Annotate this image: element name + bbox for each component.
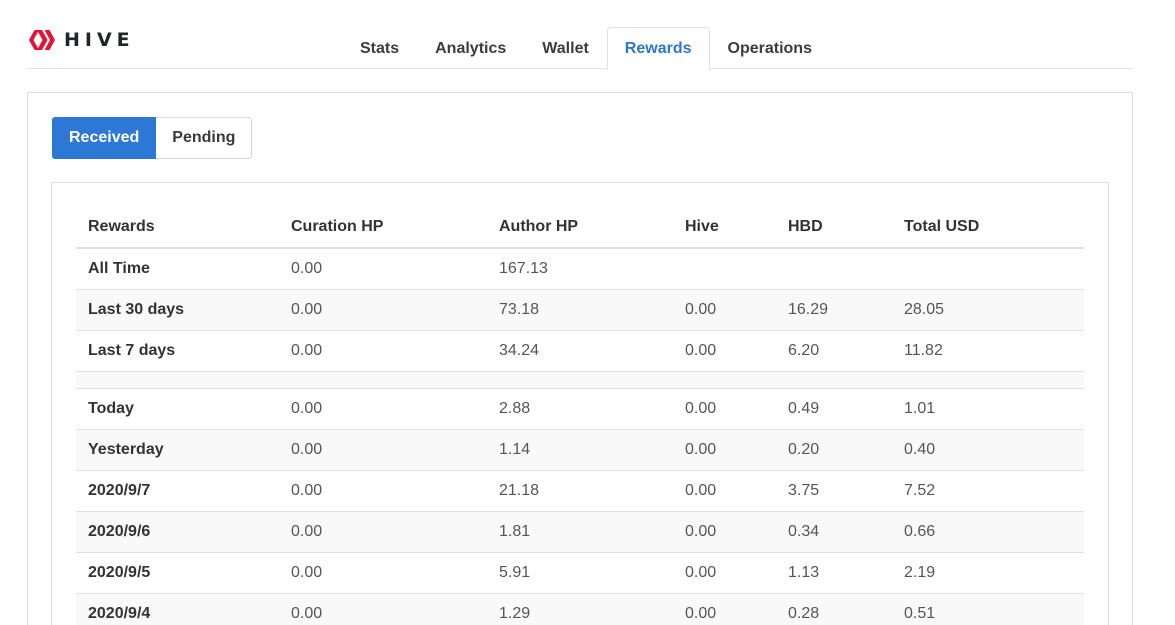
hive-cell: 0.00: [673, 428, 776, 470]
row-label: Yesterday: [76, 428, 279, 470]
hive-cell: 0.00: [673, 469, 776, 511]
row-label: 2020/9/6: [76, 510, 279, 552]
table-row: Today 0.00 2.88 0.00 0.49 1.01: [76, 387, 1084, 429]
author-hp-cell: 2.88: [487, 387, 673, 429]
total-usd-cell: 11.82: [892, 329, 1084, 371]
main-nav: Stats Analytics Wallet Rewards Operation…: [342, 27, 830, 70]
column-header-hbd: HBD: [776, 205, 892, 249]
received-button[interactable]: Received: [52, 117, 157, 159]
brand-name: HIVE: [64, 29, 135, 51]
curation-hp-cell: 0.00: [291, 259, 323, 277]
hive-cell: 0.00: [673, 551, 776, 593]
table-row: Last 30 days 0.00 73.18 0.00 16.29 28.05: [76, 288, 1084, 330]
hbd-cell: 16.29: [776, 288, 892, 330]
rewards-panel: Received Pending Rewards Curation HP Aut…: [27, 92, 1133, 625]
author-hp-cell: 5.91: [487, 551, 673, 593]
total-usd-cell: 2.19: [892, 551, 1084, 593]
column-header-rewards: Rewards: [76, 205, 279, 249]
tab-stats[interactable]: Stats: [342, 27, 417, 69]
column-header-curation-hp: Curation HP: [279, 205, 487, 249]
author-hp-cell: 1.29: [487, 592, 673, 625]
hbd-cell: 3.75: [776, 469, 892, 511]
hbd-cell: 0.20: [776, 428, 892, 470]
table-header-row: Rewards Curation HP Author HP Hive HBD T…: [76, 205, 1084, 249]
total-usd-cell: 7.52: [892, 469, 1084, 511]
column-header-hive: Hive: [673, 205, 776, 249]
rewards-toggle: Received Pending: [52, 117, 253, 159]
row-label: Last 30 days: [76, 288, 279, 330]
row-label: 2020/9/4: [76, 592, 279, 625]
nav-divider: [28, 68, 1133, 69]
tab-analytics[interactable]: Analytics: [417, 27, 524, 69]
row-label: 2020/9/7: [76, 469, 279, 511]
curation-hp-cell: 0.00: [279, 510, 487, 552]
table-separator-row: [76, 370, 1084, 388]
total-usd-cell: 0.51: [892, 592, 1084, 625]
author-hp-cell: 1.14: [487, 428, 673, 470]
hive-cell: [673, 248, 776, 289]
curation-hp-cell: 0.00: [279, 551, 487, 593]
total-usd-cell: 28.05: [892, 288, 1084, 330]
pending-button[interactable]: Pending: [156, 117, 253, 159]
hbd-cell: [776, 248, 892, 289]
hive-cell: 0.00: [673, 592, 776, 625]
column-header-total-usd: Total USD: [892, 205, 1084, 249]
rewards-table-card: Rewards Curation HP Author HP Hive HBD T…: [51, 182, 1109, 625]
hbd-cell: 0.34: [776, 510, 892, 552]
row-label: All Time: [88, 259, 150, 277]
curation-hp-cell: 0.00: [279, 592, 487, 625]
table-row: Yesterday 0.00 1.14 0.00 0.20 0.40: [76, 428, 1084, 470]
author-hp-cell: 1.81: [487, 510, 673, 552]
hive-logo[interactable]: HIVE: [28, 27, 135, 53]
hive-cell: 0.00: [673, 510, 776, 552]
table-row: 2020/9/5 0.00 5.91 0.00 1.13 2.19: [76, 551, 1084, 593]
hive-cell: 0.00: [673, 329, 776, 371]
total-usd-cell: [892, 248, 1084, 289]
hbd-cell: 0.28: [776, 592, 892, 625]
hive-logo-icon: [29, 30, 55, 50]
table-row: Last 7 days 0.00 34.24 0.00 6.20 11.82: [76, 329, 1084, 371]
author-hp-cell: 21.18: [487, 469, 673, 511]
tab-rewards[interactable]: Rewards: [606, 27, 710, 70]
total-usd-cell: 0.40: [892, 428, 1084, 470]
author-hp-cell: 73.18: [487, 288, 673, 330]
table-row: 2020/9/4 0.00 1.29 0.00 0.28 0.51: [76, 592, 1084, 625]
table-row: 2020/9/6 0.00 1.81 0.00 0.34 0.66: [76, 510, 1084, 552]
curation-hp-cell: 0.00: [279, 428, 487, 470]
curation-hp-cell: 0.00: [279, 387, 487, 429]
total-usd-cell: 1.01: [892, 387, 1084, 429]
rewards-table: Rewards Curation HP Author HP Hive HBD T…: [76, 205, 1084, 625]
hbd-cell: 0.49: [776, 387, 892, 429]
row-label: Today: [76, 387, 279, 429]
column-header-author-hp: Author HP: [487, 205, 673, 249]
hive-cell: 0.00: [673, 288, 776, 330]
row-label: 2020/9/5: [76, 551, 279, 593]
total-usd-cell: 0.66: [892, 510, 1084, 552]
hive-cell: 0.00: [673, 387, 776, 429]
curation-hp-cell: 0.00: [279, 288, 487, 330]
table-row: 2020/9/7 0.00 21.18 0.00 3.75 7.52: [76, 469, 1084, 511]
author-hp-cell: 34.24: [487, 329, 673, 371]
row-label: Last 7 days: [76, 329, 279, 371]
hbd-cell: 6.20: [776, 329, 892, 371]
tab-operations[interactable]: Operations: [710, 27, 830, 69]
author-hp-cell: 167.13: [499, 259, 548, 277]
hbd-cell: 1.13: [776, 551, 892, 593]
curation-hp-cell: 0.00: [279, 329, 487, 371]
tab-wallet[interactable]: Wallet: [524, 27, 607, 69]
curation-hp-cell: 0.00: [279, 469, 487, 511]
table-row: All Time 0.00 167.13: [76, 248, 1084, 289]
